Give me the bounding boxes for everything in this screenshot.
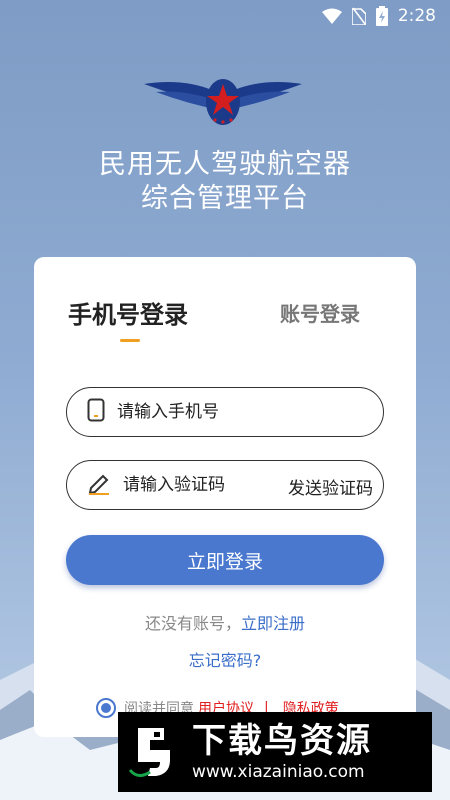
login-card: 手机号登录 账号登录 发送验证码 立即登录 还没有账号，立即注册 忘记密码? 阅…	[34, 257, 416, 737]
tab-phone-login[interactable]: 手机号登录	[68, 295, 188, 330]
agreement-radio[interactable]	[96, 698, 116, 718]
no-account-text: 还没有账号，	[144, 614, 241, 633]
title-line-1: 民用无人驾驶航空器	[99, 149, 351, 180]
bird-logo-icon	[128, 720, 182, 784]
phone-input[interactable]	[117, 402, 277, 422]
watermark-text: 下载鸟资源 www.xiazainiao.com	[192, 721, 372, 783]
battery-charging-icon	[375, 6, 388, 26]
active-tab-indicator	[120, 339, 140, 342]
forgot-password-row: 忘记密码?	[34, 647, 416, 671]
phone-icon	[87, 398, 105, 426]
watermark-title: 下载鸟资源	[192, 721, 372, 761]
status-bar: 2:28	[0, 0, 450, 32]
wifi-icon	[321, 8, 342, 24]
forgot-password-link[interactable]: 忘记密码?	[189, 651, 262, 670]
register-line: 还没有账号，立即注册	[34, 610, 416, 634]
tab-account-login[interactable]: 账号登录	[280, 298, 360, 327]
register-link[interactable]: 立即注册	[241, 614, 305, 633]
phone-field[interactable]	[66, 387, 384, 437]
status-time: 2:28	[397, 6, 436, 26]
send-code-button[interactable]: 发送验证码	[288, 474, 373, 499]
login-button[interactable]: 立即登录	[66, 535, 384, 585]
caac-logo	[142, 76, 304, 128]
page-title: 民用无人驾驶航空器 综合管理平台	[0, 148, 450, 216]
radio-checked-dot	[101, 703, 111, 713]
title-line-2: 综合管理平台	[141, 183, 309, 214]
no-sim-icon	[351, 7, 366, 25]
watermark-banner: 下载鸟资源 www.xiazainiao.com	[118, 712, 432, 792]
code-input[interactable]	[123, 475, 283, 495]
code-field[interactable]: 发送验证码	[66, 460, 384, 510]
pencil-icon	[87, 471, 111, 499]
watermark-url: www.xiazainiao.com	[192, 762, 365, 782]
